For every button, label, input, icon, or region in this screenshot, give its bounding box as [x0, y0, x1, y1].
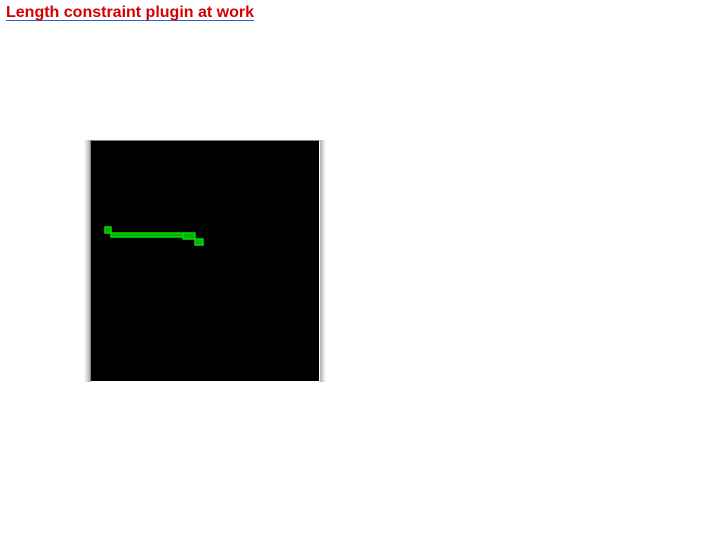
canvas-frame: [90, 140, 320, 382]
section-title: Length constraint plugin at work: [6, 4, 254, 22]
pcb-canvas[interactable]: [91, 141, 319, 381]
pcb-viewer-panel: [84, 140, 326, 382]
routed-trace: [105, 227, 203, 245]
right-scroll-rail[interactable]: [320, 140, 326, 382]
trace-overlay: [91, 141, 319, 381]
